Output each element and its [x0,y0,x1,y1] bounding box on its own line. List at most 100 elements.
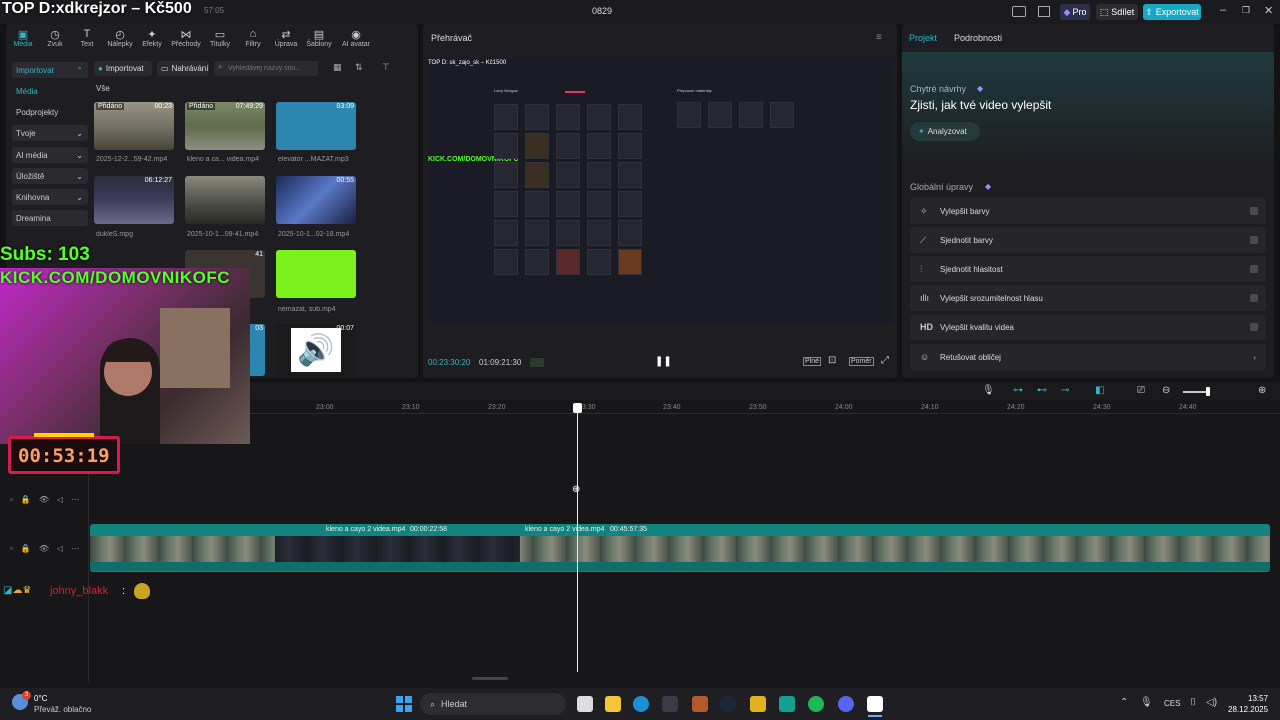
share-button[interactable]: ⬚ Sdílet [1096,4,1138,20]
toggle[interactable] [1250,236,1258,244]
preview-axis-icon[interactable]: ◧ [1095,385,1104,396]
file-explorer-icon[interactable] [605,696,621,712]
media-item[interactable]: 06:12:27 [94,176,174,224]
layout-icon[interactable] [1012,6,1026,17]
toggle[interactable] [1250,294,1258,302]
zoom-fit-icon[interactable]: ⊕ [1258,385,1266,396]
windows-start-icon[interactable] [396,696,412,712]
tool-stickers[interactable]: ◴ Nálepky [103,28,137,48]
network-icon[interactable]: ⌷ [1190,697,1196,708]
media-item[interactable]: 🔊 00:07 [276,324,356,376]
filter-icon[interactable]: ⊤ [382,62,390,73]
microphone-icon[interactable]: 🎙 [1140,697,1153,708]
sidebar-item-import[interactable]: Importovat ⌃ [12,62,88,78]
more-icon[interactable]: ⋯ [71,544,79,553]
track-icon[interactable]: ▫ [10,495,13,504]
ratio-button[interactable]: Poměr [849,357,874,366]
microphone-icon[interactable]: 🎙 [982,385,995,396]
pro-button[interactable]: ◆ Pro [1060,4,1090,20]
menu-icon[interactable]: ≡ [876,32,882,43]
track-icon[interactable]: ▫ [10,544,13,553]
export-button[interactable]: ⇪ Exportovat [1143,4,1201,20]
media-item[interactable]: Přidáno 07:49:29 [185,102,265,150]
tool-adjust[interactable]: ⇄ Úprava [269,28,303,48]
adjust-match-colors[interactable]: ⟋ Sjednotit barvy [910,227,1266,253]
language-indicator[interactable]: CES [1164,699,1180,708]
link-icon[interactable]: ⊶ [1013,385,1023,396]
snap-icon[interactable]: ⊸ [1061,385,1069,396]
import-button[interactable]: ● Importovat [94,61,152,76]
caption-icon[interactable]: ⎚ [1137,385,1145,396]
grid-view-icon[interactable]: ▦ [333,62,342,73]
tool-captions[interactable]: ▭ Titulky [203,28,237,48]
adjust-voice-clarity[interactable]: ıllı Vylepšit srozumitelnost hlasu [910,285,1266,311]
minimize-icon[interactable]: – [1220,4,1226,16]
sort-icon[interactable]: ⇅ [355,62,363,73]
eye-icon[interactable]: 👁 [39,495,49,504]
tool-ai-avatar[interactable]: ◉ AI avatar [336,28,376,48]
sidebar-item-yours[interactable]: Tvoje ⌄ [12,125,88,141]
project-name[interactable]: 0829 [592,6,612,16]
close-icon[interactable]: ✕ [1264,4,1273,17]
app-icon[interactable] [779,696,795,712]
snapshot-icon[interactable]: ⊡ [828,355,836,366]
task-view-icon[interactable] [577,696,593,712]
tool-effects[interactable]: ✦ Efekty [135,28,169,48]
tool-audio[interactable]: ◷ Zvuk [38,28,72,48]
app-icon[interactable] [692,696,708,712]
media-item[interactable] [185,176,265,224]
discord-icon[interactable] [838,696,854,712]
media-search-input[interactable] [214,61,318,76]
media-item[interactable] [276,250,356,298]
volume-icon[interactable]: ◁ [57,544,63,553]
lock-icon[interactable]: 🔒 [21,495,31,504]
tool-media[interactable]: ▣ Média [6,28,40,48]
sidebar-item-media[interactable]: Média [12,83,88,99]
sidebar-item-subprojects[interactable]: Podprojekty [12,104,88,120]
filter-all-label[interactable]: Vše [96,84,110,93]
adjust-video-quality[interactable]: HD Vylepšit kvalitu videa [910,314,1266,340]
store-icon[interactable] [662,696,678,712]
magnet-icon[interactable]: ⊷ [1037,385,1047,396]
zoom-out-icon[interactable]: ⊖ [1162,385,1170,396]
panel-toggle-icon[interactable] [1038,6,1050,17]
volume-icon[interactable]: ◁ [57,495,63,504]
media-item[interactable]: 00:55 [276,176,356,224]
tool-text[interactable]: T Text [70,28,104,48]
more-icon[interactable]: ⋯ [71,495,79,504]
eye-icon[interactable]: 👁 [39,544,49,553]
volume-icon[interactable]: ◁) [1206,697,1217,708]
adjust-face-retouch[interactable]: ☺ Retušovat obličej › [910,344,1266,370]
sidebar-item-dreamina[interactable]: Dreamina [12,210,88,226]
adjust-normalize-volume[interactable]: ⫶ Sjednotit hlasitost [910,256,1266,282]
horizontal-scrollbar[interactable] [472,677,508,680]
lock-icon[interactable]: 🔒 [21,544,31,553]
app-icon[interactable] [750,696,766,712]
toggle[interactable] [1250,207,1258,215]
full-quality-button[interactable]: Plné [803,357,822,366]
toggle[interactable] [1250,323,1258,331]
sidebar-item-library[interactable]: Knihovna ⌄ [12,189,88,205]
tool-filters[interactable]: ⌂ Filtry [236,28,270,48]
media-item[interactable]: Přidáno 00:23 [94,102,174,150]
sidebar-item-storage[interactable]: Úložiště ⌄ [12,168,88,184]
analyze-button[interactable]: ✦ Analyzovat [910,122,980,141]
fullscreen-icon[interactable]: ⤢ [881,355,889,366]
playhead[interactable] [577,404,578,672]
playhead-handle[interactable] [573,403,582,413]
edge-icon[interactable] [633,696,649,712]
maximize-icon[interactable]: ❐ [1242,5,1250,16]
pause-icon[interactable]: ❚❚ [655,356,672,367]
record-button[interactable]: ▭ Nahrávání [157,61,209,76]
chevron-up-icon[interactable]: ⌃ [1120,697,1128,708]
steam-icon[interactable] [720,696,736,712]
toggle[interactable] [1250,265,1258,273]
zoom-slider-handle[interactable] [1206,387,1210,396]
tab-project[interactable]: Projekt [909,33,937,43]
sidebar-item-ai-media[interactable]: AI média ⌄ [12,147,88,163]
tool-transitions[interactable]: ⋈ Přechody [169,28,203,48]
media-item[interactable]: 03:09 [276,102,356,150]
video-preview[interactable]: TOP D: sk_zajo_sk – Kč1500 KICK.COM/DOMO… [428,58,894,323]
tab-details[interactable]: Podrobnosti [954,33,1002,43]
adjust-enhance-colors[interactable]: ✧ Vylepšit barvy [910,198,1266,224]
